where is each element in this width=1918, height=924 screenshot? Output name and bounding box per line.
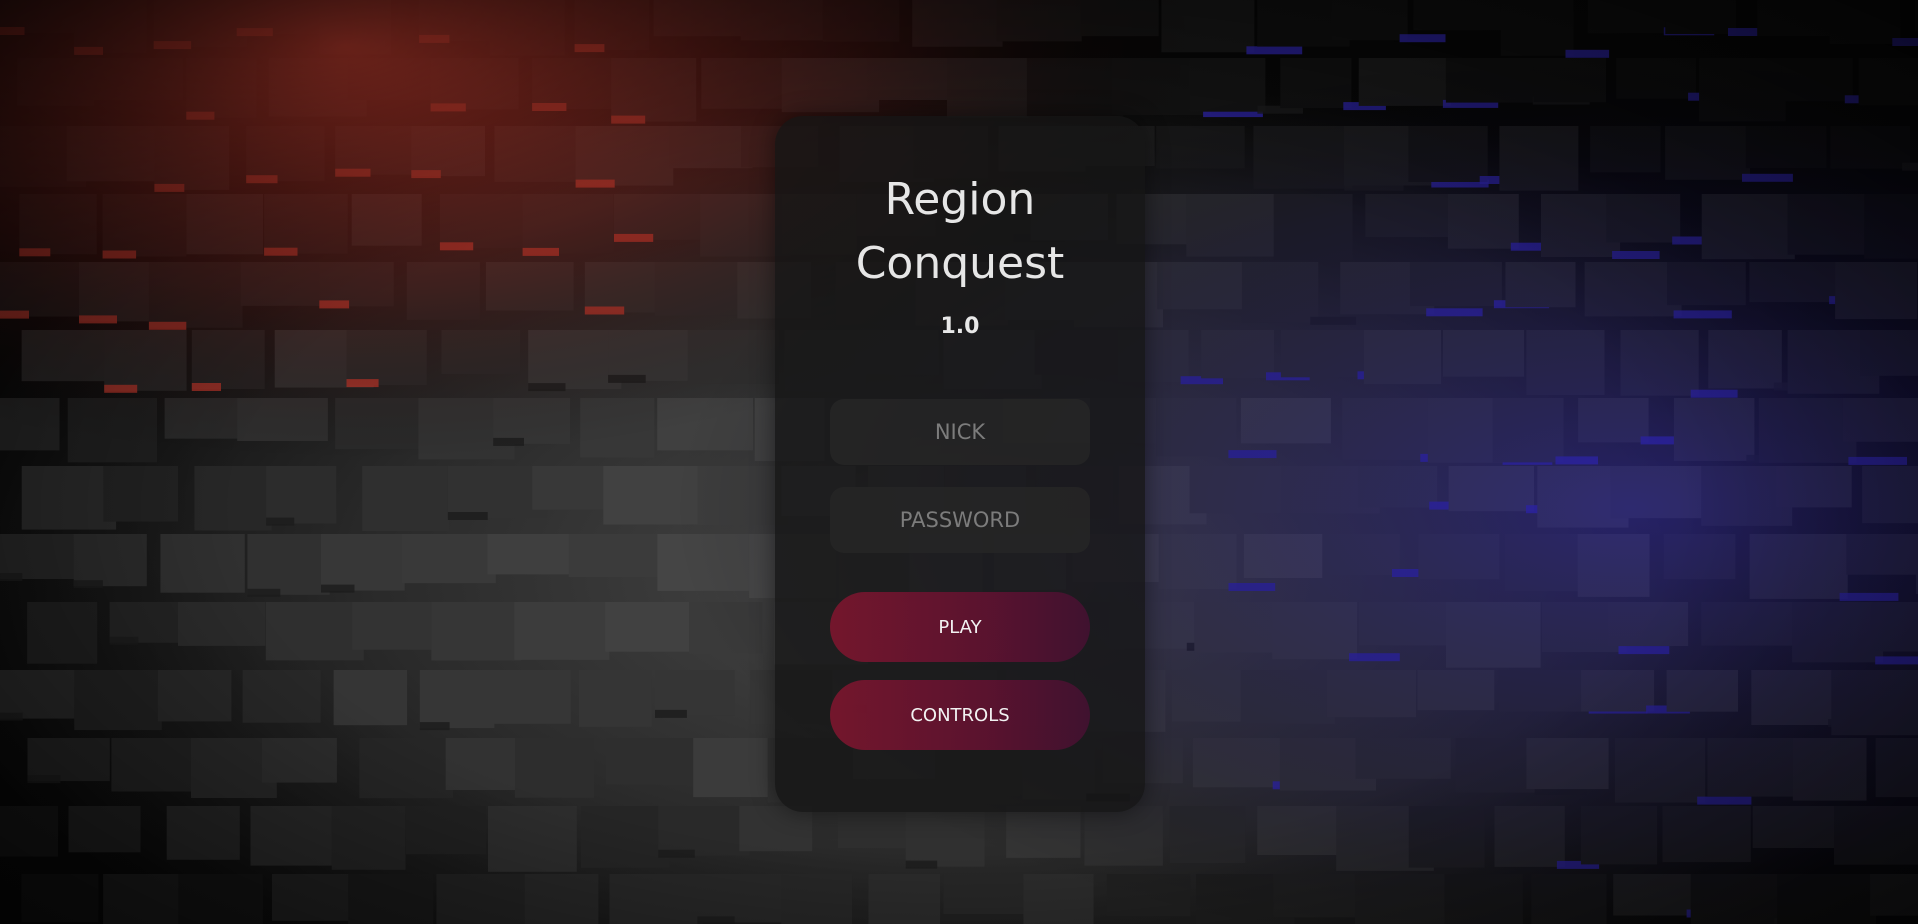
password-input[interactable] [830, 487, 1090, 553]
nick-input[interactable] [830, 399, 1090, 465]
controls-button[interactable]: CONTROLS [830, 680, 1090, 750]
title-line-1: Region [884, 174, 1036, 225]
version-label: 1.0 [940, 314, 980, 339]
game-background: Region Conquest 1.0 PLAY CONTROLS [0, 0, 1918, 924]
game-title: Region Conquest [775, 168, 1145, 296]
play-button[interactable]: PLAY [830, 592, 1090, 662]
title-line-2: Conquest [855, 238, 1065, 289]
login-panel: Region Conquest 1.0 PLAY CONTROLS [775, 116, 1145, 812]
